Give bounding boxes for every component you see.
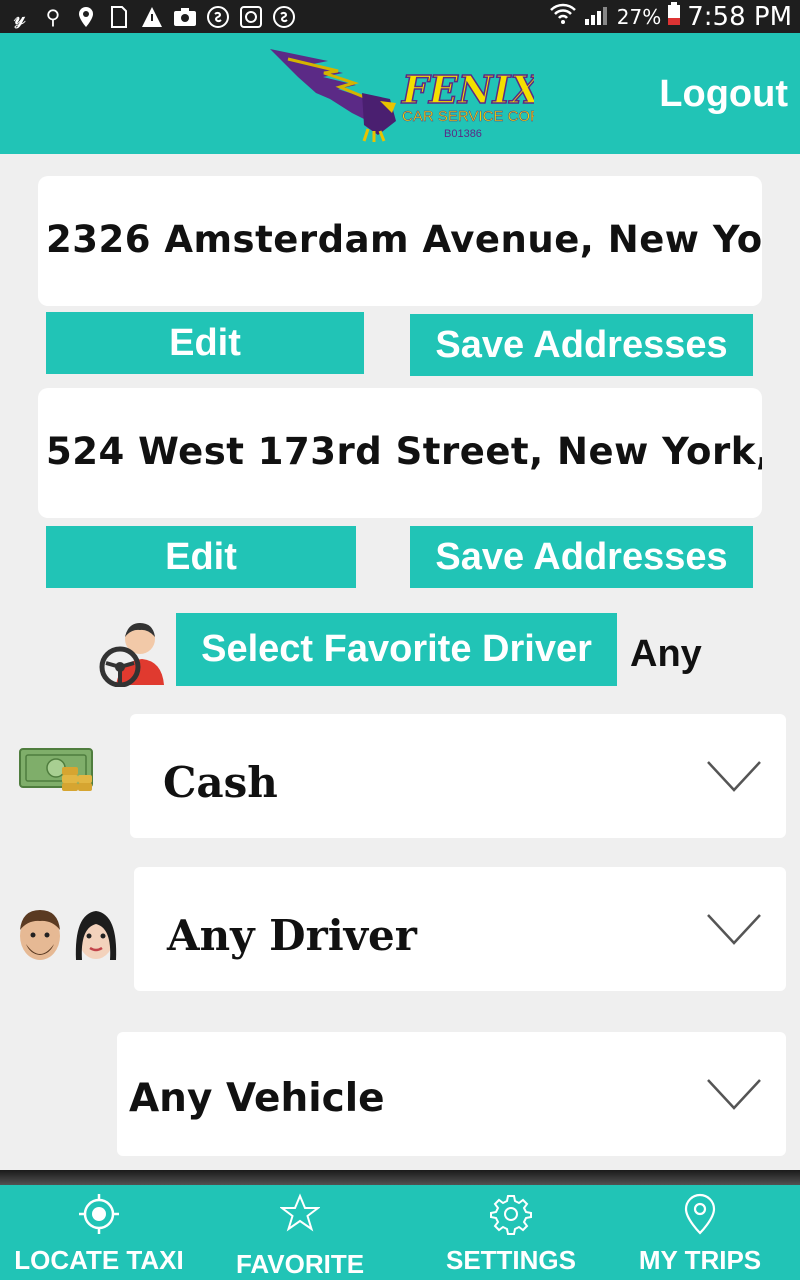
sim-icon	[107, 5, 131, 29]
fenix-logo: FENIX CAR SERVICE CORP. B01386	[268, 43, 553, 143]
nav-my-trips[interactable]: MY TRIPS	[630, 1185, 770, 1280]
gear-icon	[490, 1195, 532, 1235]
shazam-icon	[206, 5, 230, 29]
status-bar: 𝔂 ⚲ 27% 7:58 PM	[0, 0, 800, 33]
svg-text:CAR SERVICE CORP.: CAR SERVICE CORP.	[402, 108, 534, 125]
select-favorite-driver-button[interactable]: Select Favorite Driver	[176, 613, 617, 686]
notification-app-icon: 𝔂	[13, 5, 27, 29]
vehicle-type-dropdown[interactable]: Any Vehicle	[117, 1032, 786, 1156]
dropoff-save-addresses-button[interactable]: Save Addresses	[410, 526, 753, 588]
pickup-edit-button[interactable]: Edit	[46, 312, 364, 374]
system-status: 27% 7:58 PM	[549, 0, 792, 33]
alert-icon	[140, 5, 164, 29]
payment-method-dropdown[interactable]: Cash	[130, 714, 786, 838]
chevron-down-icon	[707, 1079, 761, 1110]
dropoff-edit-button[interactable]: Edit	[46, 526, 356, 588]
nav-label-locate-taxi: LOCATE TAXI	[14, 1245, 184, 1275]
favorite-driver-value: Any	[630, 633, 702, 675]
driver-wheel-icon	[98, 617, 166, 688]
screenshot-icon	[239, 5, 263, 29]
nav-label-my-trips: MY TRIPS	[638, 1245, 762, 1275]
camera-icon	[173, 5, 197, 29]
pickup-save-addresses-button[interactable]: Save Addresses	[410, 314, 753, 376]
wifi-icon	[549, 2, 577, 31]
nav-settings[interactable]: SETTINGS	[436, 1185, 586, 1280]
battery-icon	[667, 2, 681, 31]
clock: 7:58 PM	[687, 1, 792, 32]
logout-button[interactable]: Logout	[659, 73, 788, 116]
bottom-navigation: LOCATE TAXI FAVORITE SETTINGS MY TRIPS	[0, 1185, 800, 1280]
driver-faces-icon	[16, 906, 120, 962]
app-header: FENIX CAR SERVICE CORP. B01386 Logout	[0, 33, 800, 154]
vehicle-selected-text: Any Vehicle	[129, 1076, 385, 1121]
pickup-address-card[interactable]: 2326 Amsterdam Avenue, New York,	[38, 176, 762, 306]
svg-text:FENIX: FENIX	[401, 67, 534, 112]
cash-money-icon	[18, 745, 98, 797]
usb-icon: ⚲	[45, 5, 61, 29]
battery-percent: 27%	[616, 4, 662, 29]
nav-favorite[interactable]: FAVORITE	[232, 1185, 368, 1280]
payment-selected-text: Cash	[163, 758, 278, 807]
star-icon	[280, 1193, 320, 1232]
dropoff-address-text[interactable]: 524 West 173rd Street, New York, NY	[46, 430, 762, 473]
pickup-address-text[interactable]: 2326 Amsterdam Avenue, New York,	[46, 218, 762, 261]
nav-label-favorite: FAVORITE	[235, 1249, 365, 1279]
driver-selected-text: Any Driver	[167, 911, 417, 960]
location-icon	[74, 5, 98, 29]
signal-icon	[583, 2, 611, 31]
nav-locate-taxi[interactable]: LOCATE TAXI	[14, 1185, 184, 1280]
nav-label-settings: SETTINGS	[445, 1245, 576, 1275]
chevron-down-icon	[707, 761, 761, 792]
driver-preference-dropdown[interactable]: Any Driver	[134, 867, 786, 991]
svg-text:B01386: B01386	[444, 128, 482, 140]
dropoff-address-card[interactable]: 524 West 173rd Street, New York, NY	[38, 388, 762, 518]
chevron-down-icon	[707, 914, 761, 945]
crosshair-icon	[79, 1194, 119, 1234]
location-pin-icon	[684, 1193, 716, 1235]
eagle-logo-icon: FENIX CAR SERVICE CORP. B01386	[270, 49, 553, 142]
bottom-nav-shadow	[0, 1170, 800, 1186]
notification-icons: 𝔂 ⚲	[8, 4, 296, 30]
shazam-icon-2	[272, 5, 296, 29]
